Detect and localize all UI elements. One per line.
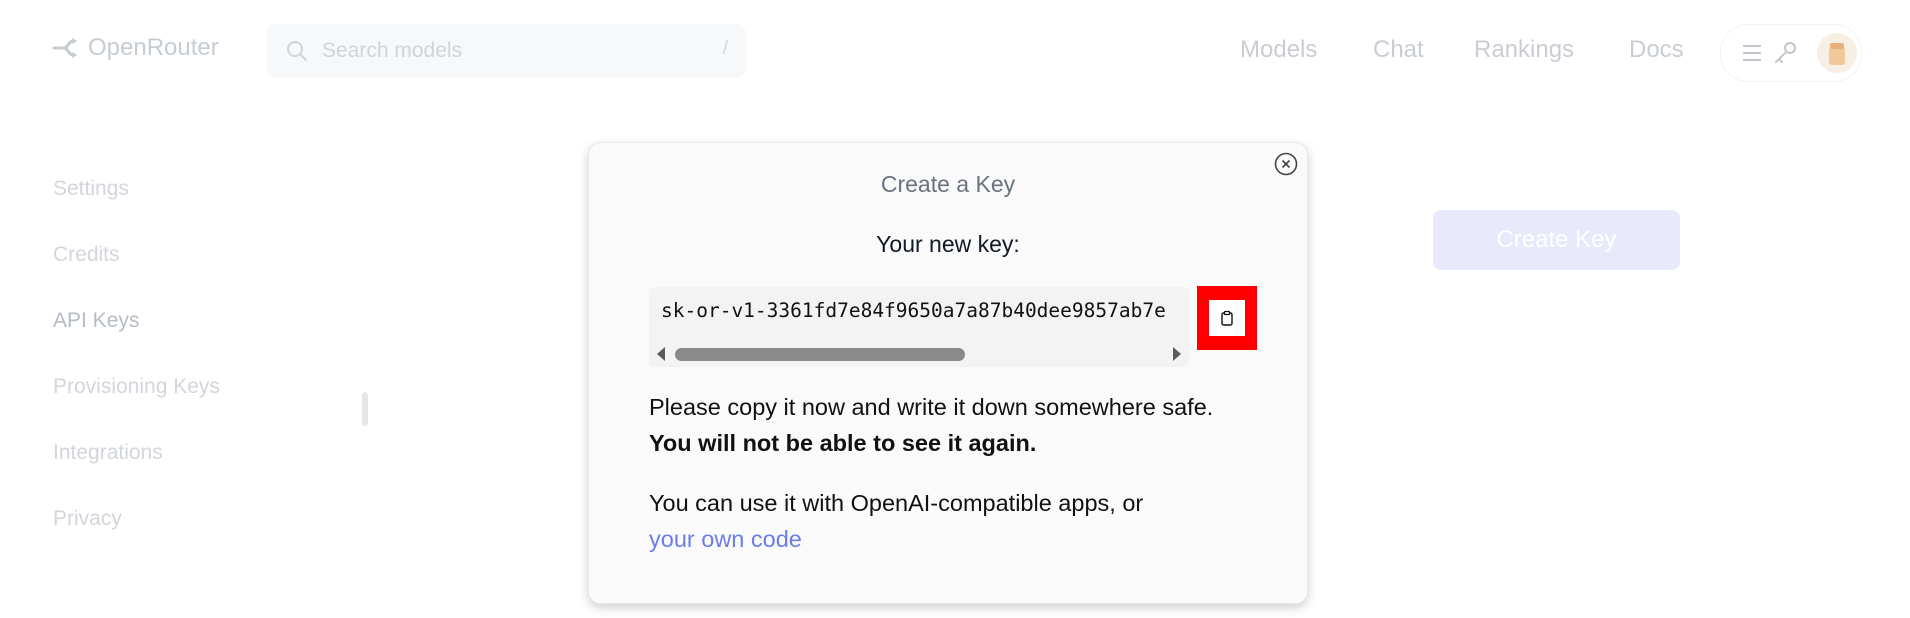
copy-button-face[interactable]	[1209, 300, 1245, 336]
sidebar-item-provisioning-keys[interactable]: Provisioning Keys	[53, 375, 220, 399]
scroll-right-arrow-icon[interactable]	[1173, 347, 1181, 361]
own-code-link[interactable]: your own code	[649, 526, 802, 552]
search-shortcut-hint: /	[722, 38, 728, 59]
sidebar-item-privacy[interactable]: Privacy	[53, 507, 122, 531]
api-key-value[interactable]: sk-or-v1-3361fd7e84f9650a7a87b40dee9857a…	[661, 299, 1166, 322]
clipboard-icon	[1221, 310, 1233, 326]
sidebar-item-credits[interactable]: Credits	[53, 243, 120, 267]
sidebar-item-settings[interactable]: Settings	[53, 177, 129, 201]
nav-docs[interactable]: Docs	[1629, 36, 1684, 64]
scrollbar-thumb[interactable]	[675, 348, 965, 361]
sidebar-item-api-keys[interactable]: API Keys	[53, 309, 139, 333]
search-input[interactable]: Search models /	[266, 24, 746, 78]
create-key-dialog: Create a Key Your new key: sk-or-v1-3361…	[588, 142, 1308, 604]
scroll-left-arrow-icon[interactable]	[657, 347, 665, 361]
key-icon[interactable]	[1773, 40, 1799, 66]
nav-rankings[interactable]: Rankings	[1474, 36, 1574, 64]
copy-warning: Please copy it now and write it down som…	[649, 389, 1249, 461]
copy-warning-bold: You will not be able to see it again.	[649, 430, 1037, 456]
user-menu-group	[1720, 24, 1862, 82]
nav-chat[interactable]: Chat	[1373, 36, 1424, 64]
dialog-subtitle: Your new key:	[876, 231, 1020, 257]
avatar[interactable]	[1817, 33, 1857, 73]
dialog-title: Create a Key	[880, 171, 1016, 197]
openrouter-logo-icon	[52, 38, 77, 58]
create-key-button[interactable]: Create Key	[1433, 210, 1680, 270]
api-key-display[interactable]: sk-or-v1-3361fd7e84f9650a7a87b40dee9857a…	[649, 287, 1189, 367]
nav-models[interactable]: Models	[1240, 36, 1317, 64]
search-icon	[287, 41, 307, 61]
sidebar-item-integrations[interactable]: Integrations	[53, 441, 163, 465]
usage-note: You can use it with OpenAI-compatible ap…	[649, 485, 1249, 557]
usage-note-text: You can use it with OpenAI-compatible ap…	[649, 490, 1144, 516]
menu-icon[interactable]	[1741, 42, 1763, 64]
copy-warning-text: Please copy it now and write it down som…	[649, 394, 1214, 420]
brand-logo[interactable]: OpenRouter	[52, 34, 219, 62]
sidebar-scroll-indicator	[362, 392, 368, 426]
top-header: OpenRouter Search models / Models Chat R…	[0, 0, 1910, 100]
brand-name: OpenRouter	[88, 34, 219, 61]
search-placeholder: Search models	[322, 39, 463, 62]
copy-key-button[interactable]	[1197, 286, 1257, 350]
horizontal-scrollbar[interactable]	[649, 342, 1189, 362]
